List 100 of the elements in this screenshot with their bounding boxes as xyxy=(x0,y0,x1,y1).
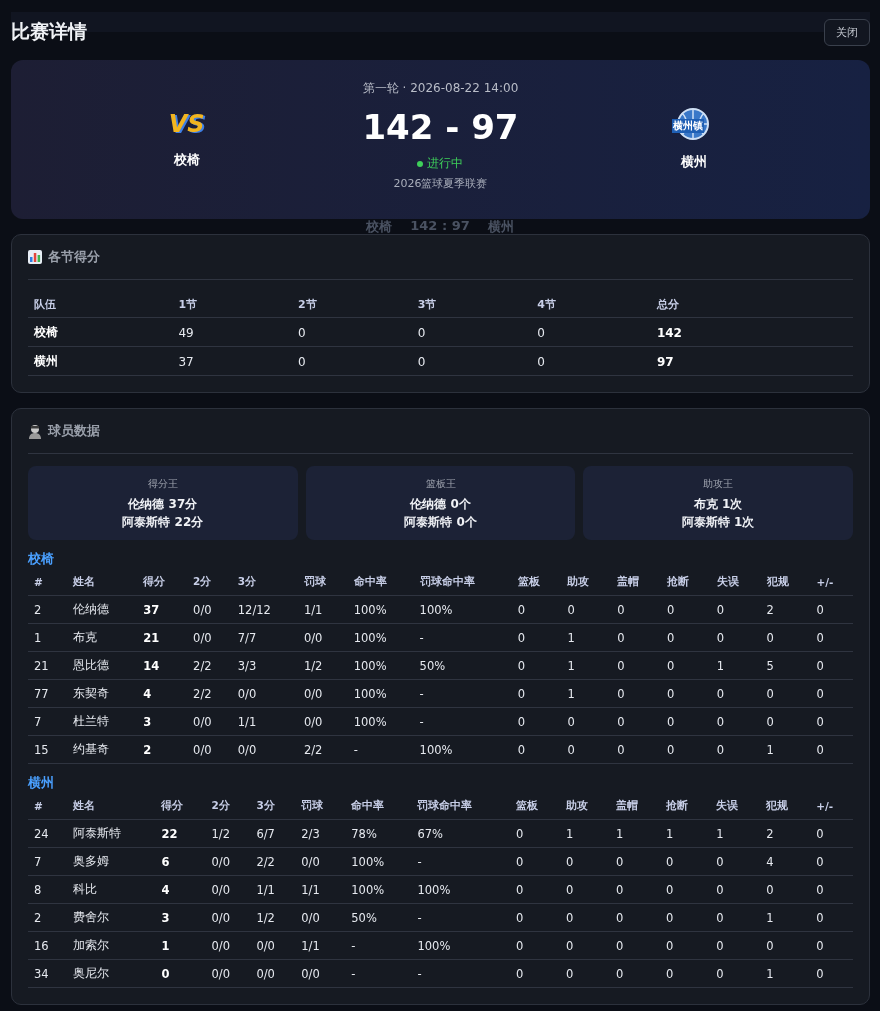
table-cell: 0 xyxy=(710,875,761,904)
team-name: 校椅 xyxy=(173,151,200,169)
table-cell: 6 xyxy=(155,847,206,876)
table-cell: 阿泰斯特 xyxy=(67,819,156,848)
column-header: 盖帽 xyxy=(611,568,662,596)
table-cell: 0 xyxy=(531,317,651,347)
table-cell: 50% xyxy=(413,651,512,680)
column-header: 篮板 xyxy=(511,568,562,596)
table-cell: 0 xyxy=(510,875,561,904)
table-cell: 东契奇 xyxy=(67,679,138,708)
table-cell: 0 xyxy=(810,623,853,652)
match-score: 142 - 97 xyxy=(362,107,519,147)
table-cell: 22 xyxy=(155,819,206,848)
table-cell: 6/7 xyxy=(250,819,296,848)
leader-entry: 阿泰斯特 22分 xyxy=(122,514,204,531)
table-cell: 0 xyxy=(660,875,711,904)
table-cell: 0 xyxy=(611,651,662,680)
table-cell: 0 xyxy=(660,847,711,876)
table-cell: 0/0 xyxy=(205,959,251,988)
table-cell: 142 xyxy=(650,317,853,347)
table-cell: 1/2 xyxy=(297,651,348,680)
leader-label: 得分王 xyxy=(147,477,178,491)
match-status: 进行中 xyxy=(417,155,464,172)
table-cell: 0 xyxy=(661,623,711,652)
table-cell: 费舍尔 xyxy=(67,903,156,932)
table-cell: 100% xyxy=(345,847,412,876)
table-cell: - xyxy=(413,623,512,652)
table-cell: 布克 xyxy=(67,623,138,652)
table-cell: 0 xyxy=(561,707,612,736)
close-button[interactable]: 关闭 xyxy=(824,18,870,46)
table-cell: 0 xyxy=(710,847,761,876)
table-cell: 0 xyxy=(511,651,562,680)
table-cell: 0 xyxy=(710,595,761,624)
column-header: 得分 xyxy=(137,568,188,596)
leader-entry: 阿泰斯特 0个 xyxy=(404,514,477,531)
table-cell: 0/0 xyxy=(297,679,348,708)
section-title: 球员数据 xyxy=(48,422,100,440)
table-cell: 97 xyxy=(650,346,853,376)
table-cell: 0 xyxy=(710,623,761,652)
table-cell: 1/2 xyxy=(250,903,296,932)
table-cell: 0 xyxy=(561,735,612,764)
table-cell: 1 xyxy=(561,679,612,708)
table-cell: 100% xyxy=(345,875,412,904)
table-cell: 100% xyxy=(347,623,414,652)
table-cell: 0 xyxy=(611,595,662,624)
table-cell: 奥尼尔 xyxy=(67,959,156,988)
table-cell: 100% xyxy=(347,707,414,736)
table-cell: 2 xyxy=(28,595,67,624)
team-logo: VS xyxy=(168,109,205,140)
table-cell: 0 xyxy=(760,707,811,736)
table-cell: 0 xyxy=(611,707,662,736)
table-cell: 0 xyxy=(661,595,711,624)
table-cell: 0 xyxy=(810,679,853,708)
leader-entry: 阿泰斯特 1次 xyxy=(681,514,755,531)
table-cell: 0 xyxy=(155,959,206,988)
team-heading: 横州 xyxy=(28,774,55,792)
column-header: 犯规 xyxy=(760,792,811,820)
table-cell: 2 xyxy=(760,819,811,848)
table-cell: 100% xyxy=(347,651,414,680)
table-cell: 7/7 xyxy=(231,623,298,652)
table-cell: 0 xyxy=(561,595,612,624)
table-cell: 横州 xyxy=(28,346,173,376)
table-cell: 5 xyxy=(760,651,811,680)
table-cell: 0 xyxy=(660,931,711,960)
table-cell: 0 xyxy=(510,903,561,932)
table-cell: 0/0 xyxy=(187,623,232,652)
column-header: 得分 xyxy=(155,792,206,820)
table-cell: 0/0 xyxy=(295,847,346,876)
table-cell: 100% xyxy=(347,679,414,708)
table-cell: 1 xyxy=(760,903,811,932)
table-cell: 0 xyxy=(810,819,853,848)
column-header: 罚球命中率 xyxy=(411,792,511,820)
table-cell: 0 xyxy=(661,679,711,708)
column-header: 犯规 xyxy=(760,568,811,596)
table-cell: 100% xyxy=(347,595,414,624)
table-cell: 约基奇 xyxy=(67,735,138,764)
table-cell: 0 xyxy=(710,679,761,708)
table-cell: 0/0 xyxy=(205,903,251,932)
table-cell: 3 xyxy=(155,903,206,932)
table-cell: 0 xyxy=(511,735,562,764)
table-cell: 100% xyxy=(411,931,511,960)
table-cell: 0/0 xyxy=(187,735,232,764)
table-cell: 0 xyxy=(610,931,661,960)
table-cell: 0 xyxy=(810,595,853,624)
table-cell: 100% xyxy=(411,875,511,904)
table-cell: 0 xyxy=(810,707,853,736)
table-cell: 1 xyxy=(561,651,612,680)
column-header: 命中率 xyxy=(345,792,412,820)
table-cell: 2/2 xyxy=(187,651,232,680)
table-cell: 0 xyxy=(710,707,761,736)
table-cell: 34 xyxy=(28,959,68,988)
table-cell: 0/0 xyxy=(205,847,251,876)
leader-entry: 伦纳德 37分 xyxy=(128,496,198,513)
leader-entry: 布克 1次 xyxy=(693,496,743,513)
table-cell: - xyxy=(413,707,512,736)
table-cell: 0/0 xyxy=(231,735,298,764)
table-cell: - xyxy=(347,735,414,764)
table-cell: 1 xyxy=(561,623,612,652)
table-cell: 0 xyxy=(511,707,562,736)
table-cell: 2/2 xyxy=(187,679,232,708)
